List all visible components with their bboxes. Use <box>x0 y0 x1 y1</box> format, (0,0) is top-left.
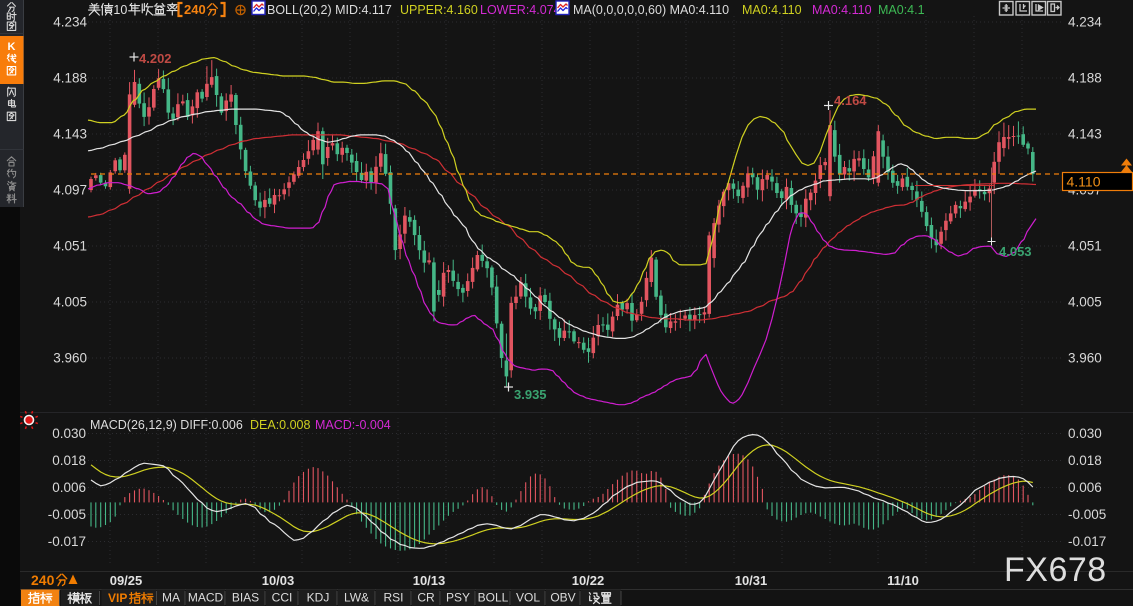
svg-text:KDJ: KDJ <box>307 591 330 605</box>
svg-text:10/22: 10/22 <box>572 573 605 588</box>
svg-text:OBV: OBV <box>550 591 575 605</box>
svg-text:MA0:4.1: MA0:4.1 <box>878 3 925 17</box>
svg-text:4.051: 4.051 <box>1068 239 1102 254</box>
svg-text:0.006: 0.006 <box>1068 480 1102 495</box>
svg-text:4.188: 4.188 <box>1068 71 1102 86</box>
svg-text:CR: CR <box>417 591 435 605</box>
svg-text:FX678: FX678 <box>1004 551 1107 589</box>
svg-text:4.164: 4.164 <box>834 93 867 108</box>
svg-text:MA(0,0,0,0,0,60) MA0:4.110: MA(0,0,0,0,0,60) MA0:4.110 <box>573 3 729 17</box>
svg-text:4.097: 4.097 <box>53 183 87 198</box>
svg-text:-0.005: -0.005 <box>1068 507 1106 522</box>
svg-text:4.005: 4.005 <box>53 295 87 310</box>
svg-text:4.051: 4.051 <box>53 239 87 254</box>
svg-text:240: 240 <box>184 2 206 17</box>
svg-text:BOLL: BOLL <box>478 591 509 605</box>
svg-text:MA: MA <box>162 591 180 605</box>
svg-text:MACD(26,12,9) DIFF:0.006: MACD(26,12,9) DIFF:0.006 <box>90 418 243 432</box>
svg-text:MA0:4.110: MA0:4.110 <box>812 3 872 17</box>
svg-text:-0.017: -0.017 <box>1068 534 1106 549</box>
svg-text:MACD:-0.004: MACD:-0.004 <box>315 418 391 432</box>
svg-text:LOWER:4.074: LOWER:4.074 <box>480 3 561 17</box>
svg-text:UPPER:4.160: UPPER:4.160 <box>400 3 478 17</box>
svg-text:-0.017: -0.017 <box>48 534 86 549</box>
svg-text:MA0:4.110: MA0:4.110 <box>742 3 802 17</box>
svg-text:CCI: CCI <box>272 591 293 605</box>
svg-text:0.030: 0.030 <box>52 426 86 441</box>
svg-text:LW&: LW& <box>344 591 369 605</box>
svg-text:4.234: 4.234 <box>1068 15 1102 30</box>
svg-text:3.960: 3.960 <box>53 351 87 366</box>
svg-text:11/10: 11/10 <box>887 573 919 588</box>
svg-text:0.030: 0.030 <box>1068 426 1102 441</box>
svg-text:K: K <box>8 41 16 53</box>
svg-text:10/13: 10/13 <box>413 573 446 588</box>
svg-text:4.188: 4.188 <box>53 71 87 86</box>
svg-text:-0.005: -0.005 <box>48 507 86 522</box>
svg-text:4.005: 4.005 <box>1068 295 1102 310</box>
svg-text:4.110: 4.110 <box>1067 174 1101 190</box>
svg-text:BOLL(20,2) MID:4.117: BOLL(20,2) MID:4.117 <box>267 3 392 17</box>
svg-text:4.143: 4.143 <box>1068 127 1102 142</box>
svg-text:0.018: 0.018 <box>1068 453 1102 468</box>
svg-text:BIAS: BIAS <box>232 591 259 605</box>
svg-text:4.053: 4.053 <box>999 244 1032 259</box>
svg-text:09/25: 09/25 <box>110 573 143 588</box>
svg-text:240: 240 <box>31 572 55 588</box>
svg-text:10: 10 <box>113 3 127 17</box>
svg-text:DEA:0.008: DEA:0.008 <box>250 418 311 432</box>
svg-text:0.018: 0.018 <box>52 453 86 468</box>
svg-text:3.935: 3.935 <box>514 387 547 402</box>
svg-text:MACD: MACD <box>188 591 224 605</box>
svg-text:4.234: 4.234 <box>53 15 87 30</box>
svg-text:4.143: 4.143 <box>53 127 87 142</box>
svg-text:4.202: 4.202 <box>139 51 172 66</box>
svg-text:3.960: 3.960 <box>1068 351 1102 366</box>
svg-text:RSI: RSI <box>383 591 403 605</box>
svg-text:10/31: 10/31 <box>735 573 768 588</box>
svg-text:VIP: VIP <box>108 591 127 605</box>
svg-text:PSY: PSY <box>446 591 470 605</box>
svg-text:0.006: 0.006 <box>52 480 86 495</box>
svg-text:VOL: VOL <box>516 591 540 605</box>
svg-text:10/03: 10/03 <box>262 573 295 588</box>
